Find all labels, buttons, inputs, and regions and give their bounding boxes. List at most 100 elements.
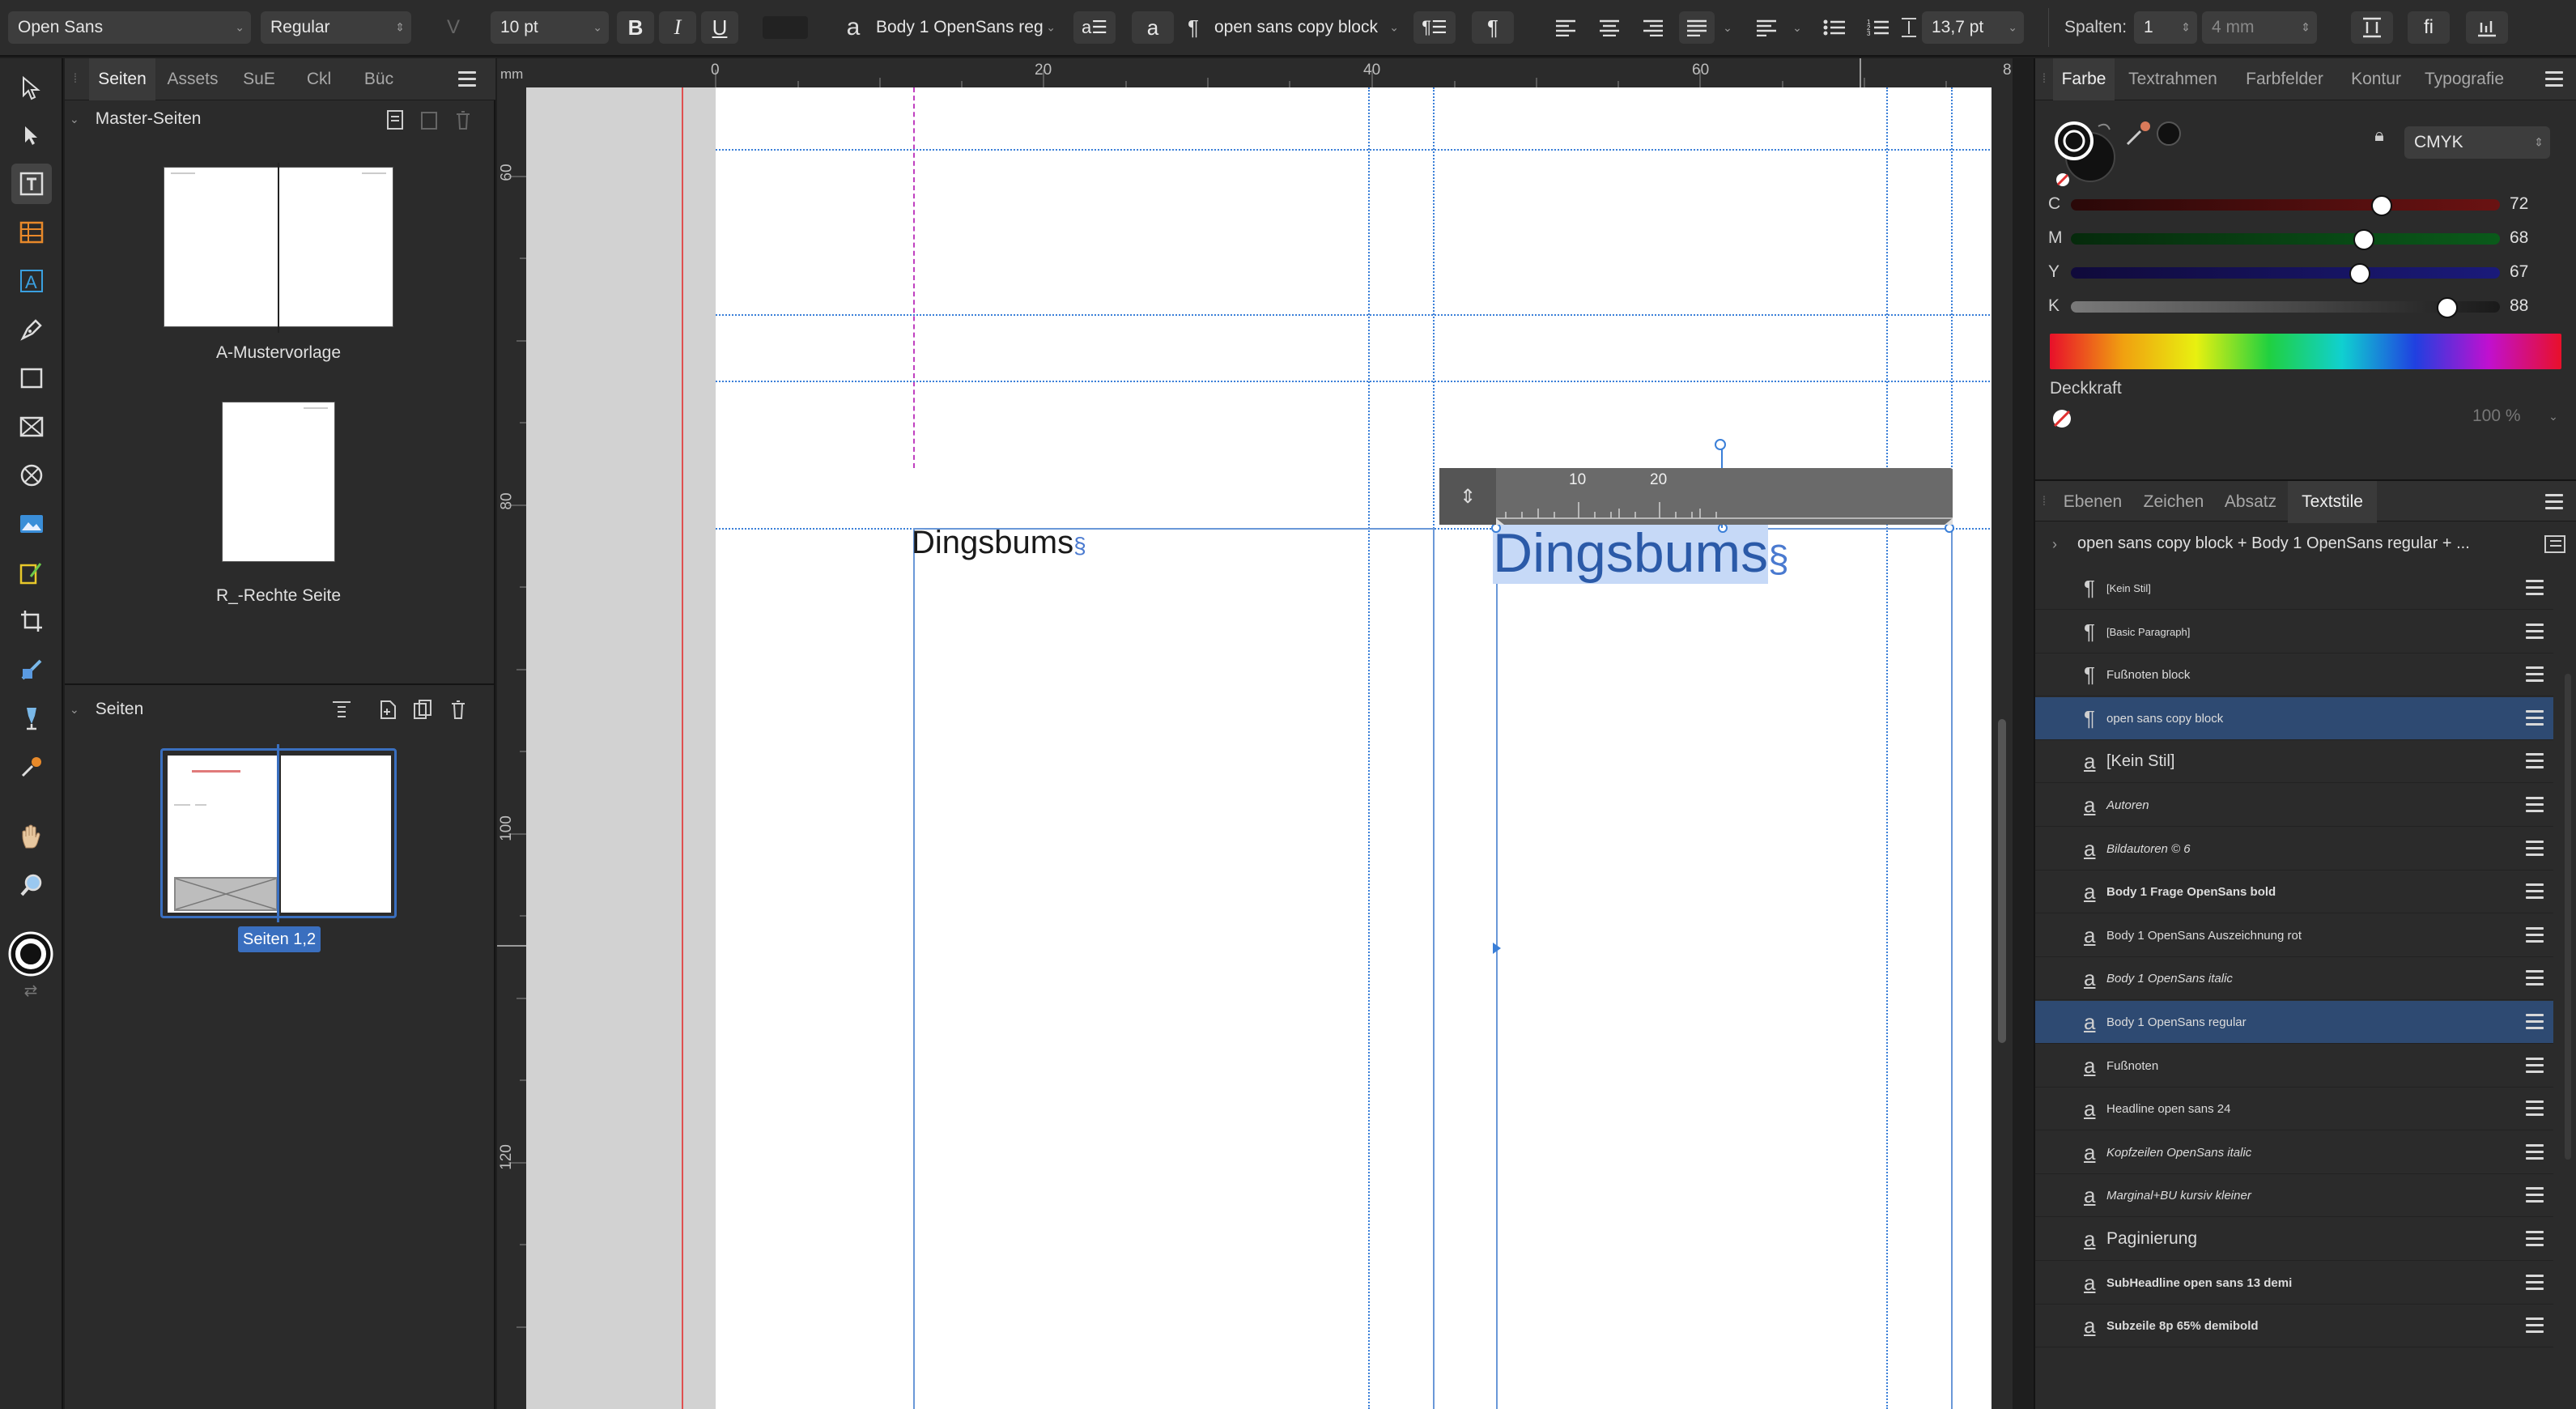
style-menu-icon[interactable] xyxy=(2526,970,2544,986)
frame-fit-icon[interactable] xyxy=(2351,11,2393,44)
character-style-row[interactable]: a Bildautoren © 6 xyxy=(2035,828,2553,871)
align-left-icon[interactable] xyxy=(1548,11,1583,44)
swap-colors-icon[interactable]: ⇄ xyxy=(16,980,45,1001)
horizontal-ruler[interactable]: mm 0 20 40 60 8 xyxy=(497,58,2013,87)
paragraph-style-row[interactable]: ¶ open sans copy block xyxy=(2035,697,2553,740)
gutter-field[interactable]: 4 mm ⇕ xyxy=(2202,11,2317,44)
slider-value-c[interactable]: 72 xyxy=(2510,194,2528,214)
paragraph-button[interactable]: ¶ xyxy=(1472,11,1514,44)
move-tool-icon[interactable] xyxy=(11,68,52,109)
slider-knob[interactable] xyxy=(2371,195,2392,216)
page-options-icon[interactable] xyxy=(327,695,356,724)
no-fill-icon[interactable] xyxy=(2051,408,2072,429)
lock-icon[interactable]: 🔒︎ xyxy=(2367,123,2391,147)
tab-sue[interactable]: SuE xyxy=(230,58,288,100)
character-style-row[interactable]: a SubHeadline open sans 13 demi xyxy=(2035,1262,2553,1305)
slider-value-k[interactable]: 88 xyxy=(2510,296,2528,316)
color-picker-tool-icon[interactable] xyxy=(11,747,52,787)
slider-black[interactable] xyxy=(2071,297,2500,318)
tab-buc[interactable]: Büc xyxy=(350,58,408,100)
slider-value-y[interactable]: 67 xyxy=(2510,262,2528,282)
crop-tool-icon[interactable] xyxy=(11,601,52,641)
vertical-scrollbar[interactable] xyxy=(1992,87,2013,1409)
style-menu-icon[interactable] xyxy=(2526,753,2544,769)
italic-button[interactable]: I xyxy=(659,11,696,44)
paragraph-style-manager-icon[interactable]: ¶☰ xyxy=(1413,11,1456,44)
table-tool-icon[interactable] xyxy=(11,212,52,253)
leading-field[interactable]: 13,7 pt ⌄ xyxy=(1922,11,2024,44)
rotation-handle[interactable] xyxy=(1715,439,1726,450)
style-options-icon[interactable] xyxy=(2544,534,2566,554)
style-menu-icon[interactable] xyxy=(2526,666,2544,683)
slider-knob[interactable] xyxy=(2349,263,2370,284)
kerning-icon[interactable]: V xyxy=(437,11,470,44)
style-menu-icon[interactable] xyxy=(2526,1231,2544,1247)
character-style-row[interactable]: a Body 1 OpenSans italic xyxy=(2035,957,2553,1000)
font-family-dropdown[interactable]: Open Sans ⌄ xyxy=(8,11,251,44)
place-image-tool-icon[interactable] xyxy=(11,504,52,544)
chevron-down-icon[interactable]: ⌄ xyxy=(1719,11,1736,44)
pen-tool-icon[interactable] xyxy=(11,309,52,350)
style-menu-icon[interactable] xyxy=(2526,710,2544,726)
tab-assets[interactable]: Assets xyxy=(157,58,228,100)
justify-icon[interactable] xyxy=(1679,11,1715,44)
tab-ebenen[interactable]: Ebenen xyxy=(2053,481,2132,523)
baseline-grid-icon[interactable] xyxy=(2466,11,2508,44)
slider-knob[interactable] xyxy=(2353,229,2374,250)
panel-menu-icon[interactable] xyxy=(2545,71,2563,87)
bold-button[interactable]: B xyxy=(617,11,654,44)
character-style-row[interactable]: a Body 1 Frage OpenSans bold xyxy=(2035,871,2553,913)
vertical-align-icon[interactable] xyxy=(1749,11,1784,44)
slider-magenta[interactable] xyxy=(2071,229,2500,250)
text-color-swatch[interactable] xyxy=(763,16,808,39)
frame-text-right[interactable]: Dingsbums§ xyxy=(1493,521,1789,585)
ellipse-frame-tool-icon[interactable] xyxy=(11,455,52,496)
slider-value-m[interactable]: 68 xyxy=(2510,228,2528,248)
duplicate-master-icon[interactable] xyxy=(416,107,442,133)
document-canvas[interactable]: mm 0 20 40 60 8 60 80 100 120 Dingsbums§… xyxy=(497,58,2013,1409)
table-edit-tool-icon[interactable] xyxy=(11,552,52,593)
drag-handle-icon[interactable]: ⁞ xyxy=(2038,70,2050,89)
chevron-down-icon[interactable]: ⌄ xyxy=(1789,11,1805,44)
page-spread-thumbnail[interactable] xyxy=(160,744,397,922)
font-size-field[interactable]: 10 pt ⌄ xyxy=(491,11,609,44)
slider-yellow[interactable] xyxy=(2071,263,2500,284)
opacity-value[interactable]: 100 % xyxy=(2472,407,2521,426)
character-style-dropdown[interactable]: Body 1 OpenSans reg ⌄ xyxy=(868,11,1062,44)
paragraph-style-row[interactable]: ¶ Fußnoten block xyxy=(2035,653,2553,696)
artistic-text-tool-icon[interactable]: A xyxy=(11,261,52,301)
style-menu-icon[interactable] xyxy=(2526,883,2544,900)
add-page-icon[interactable] xyxy=(376,695,402,724)
chevron-right-icon[interactable]: › xyxy=(2045,533,2064,556)
tab-absatz[interactable]: Absatz xyxy=(2215,481,2286,523)
slider-knob[interactable] xyxy=(2437,297,2458,318)
style-menu-icon[interactable] xyxy=(2526,797,2544,813)
rectangle-tool-icon[interactable] xyxy=(11,358,52,398)
ligature-button[interactable]: fi xyxy=(2408,11,2450,44)
node-tool-icon[interactable] xyxy=(11,115,52,155)
style-menu-icon[interactable] xyxy=(2526,624,2544,640)
drag-handle-icon[interactable]: ⁞ xyxy=(70,70,81,89)
slider-cyan[interactable] xyxy=(2071,195,2500,216)
paragraph-style-row[interactable]: ¶ [Kein Stil] xyxy=(2035,567,2553,610)
text-style-manager-icon[interactable]: a☰ xyxy=(1073,11,1116,44)
delete-master-icon[interactable] xyxy=(450,107,476,133)
underline-button[interactable]: U xyxy=(701,11,738,44)
master-thumbnail-a[interactable] xyxy=(164,163,393,333)
style-menu-icon[interactable] xyxy=(2526,927,2544,943)
character-style-row[interactable]: a Autoren xyxy=(2035,784,2553,827)
style-menu-icon[interactable] xyxy=(2526,1187,2544,1203)
text-frame-left[interactable]: Dingsbums§ xyxy=(912,525,1435,1409)
numbered-list-icon[interactable]: 123 xyxy=(1860,11,1896,44)
tab-typografie[interactable]: Typografie xyxy=(2414,58,2514,100)
transparency-tool-icon[interactable] xyxy=(11,698,52,739)
character-style-row[interactable]: a Body 1 OpenSans Auszeichnung rot xyxy=(2035,914,2553,957)
fill-stroke-icon[interactable] xyxy=(6,930,55,978)
frame-ruler[interactable]: ⇕ 10 20 xyxy=(1439,468,1953,525)
style-menu-icon[interactable] xyxy=(2526,1317,2544,1334)
color-spectrum[interactable] xyxy=(2050,334,2561,369)
bullet-list-icon[interactable] xyxy=(1817,11,1852,44)
scrollbar-thumb[interactable] xyxy=(2565,674,2571,1160)
character-style-row[interactable]: a [Kein Stil] xyxy=(2035,740,2553,783)
character-style-row[interactable]: a Fußnoten xyxy=(2035,1045,2553,1088)
